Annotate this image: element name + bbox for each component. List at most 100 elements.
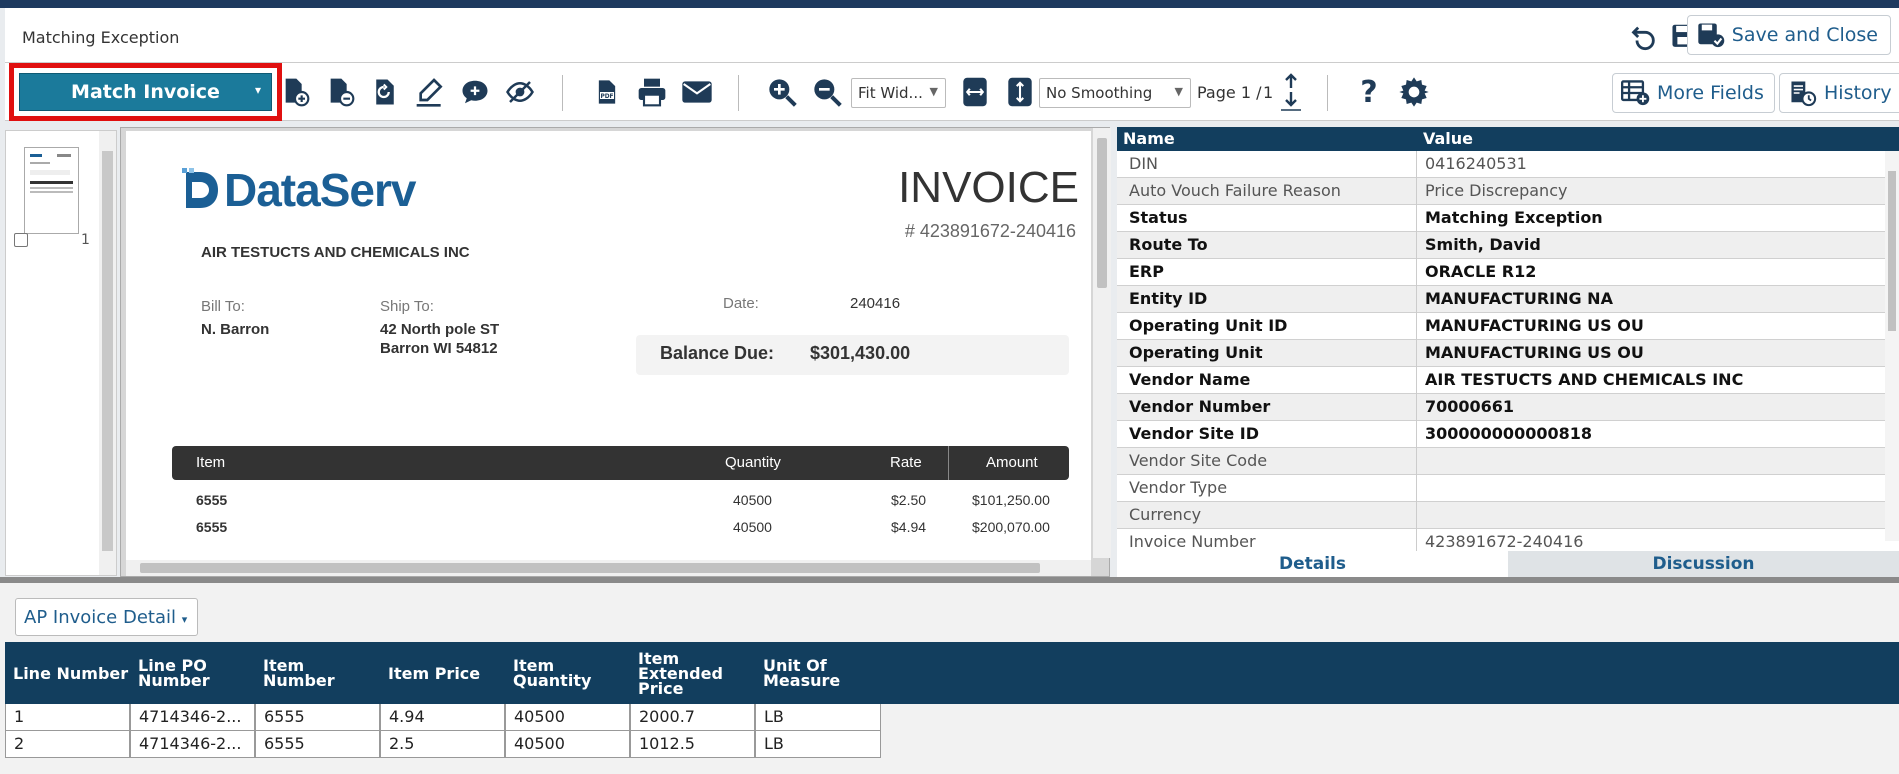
field-value[interactable]: AIR TESTUCTS AND CHEMICALS INC [1417,367,1887,394]
field-row[interactable]: Auto Vouch Failure Reason Price Discrepan… [1117,178,1887,205]
field-value[interactable]: Smith, David [1417,232,1887,259]
highlight-pen-icon[interactable] [413,75,447,109]
field-row[interactable]: Vendor Name AIR TESTUCTS AND CHEMICALS IN… [1117,367,1887,394]
fit-width-select[interactable]: Fit Wid... ▼ [851,78,946,108]
page-navigate-icon[interactable] [1274,73,1308,111]
field-row[interactable]: Entity ID MANUFACTURING NA [1117,286,1887,313]
field-row[interactable]: Vendor Site Code [1117,448,1887,475]
field-name: Vendor Site ID [1117,421,1417,448]
grid-column-header[interactable]: Line PO Number [130,642,255,704]
ship-to-line1: 42 North pole ST [380,321,500,338]
field-value[interactable] [1417,448,1887,475]
match-invoice-button[interactable]: Match Invoice ▾ [19,73,272,111]
field-name: Vendor Site Code [1117,448,1417,475]
field-value[interactable]: 70000661 [1417,394,1887,421]
field-value[interactable]: MANUFACTURING US OU [1417,340,1887,367]
item-quantity: 40500 [733,492,772,508]
fit-height-icon[interactable] [1003,75,1037,109]
field-row[interactable]: Status Matching Exception [1117,205,1887,232]
ap-invoice-detail-dropdown[interactable]: AP Invoice Detail ▾ [15,598,199,636]
field-value[interactable]: ORACLE R12 [1417,259,1887,286]
field-row[interactable]: Operating Unit ID MANUFACTURING US OU [1117,313,1887,340]
viewer-vertical-scrollbar[interactable] [1093,128,1111,558]
history-button[interactable]: History [1779,73,1899,113]
field-value[interactable] [1417,475,1887,502]
field-row[interactable]: Operating Unit MANUFACTURING US OU [1117,340,1887,367]
page-select-checkbox[interactable] [14,233,28,247]
field-row[interactable]: Vendor Number 70000661 [1117,394,1887,421]
zoom-out-icon[interactable] [810,75,844,109]
tab-discussion[interactable]: Discussion [1508,551,1899,577]
grid-column-header[interactable]: Item Quantity [505,642,630,704]
invoice-title: INVOICE [898,163,1079,212]
grid-column-header[interactable]: Line Number [5,642,130,704]
field-name: DIN [1117,151,1417,178]
dataserv-logo: DataServ [182,163,416,217]
field-value[interactable] [1417,502,1887,529]
field-row[interactable]: Currency [1117,502,1887,529]
remove-page-icon[interactable] [323,75,357,109]
items-table-header: Item Quantity Rate Amount [172,446,1069,480]
toolbar-separator [562,75,563,111]
grid-column-header[interactable]: Item Price [380,642,505,704]
toolbar-separator [738,75,739,111]
field-value[interactable]: 0416240531 [1417,151,1887,178]
field-row[interactable]: Vendor Type [1117,475,1887,502]
field-row[interactable]: Route To Smith, David [1117,232,1887,259]
gear-icon[interactable] [1397,75,1431,109]
field-value[interactable]: MANUFACTURING NA [1417,286,1887,313]
grid-cell: 4714346-2... [130,704,255,731]
field-row[interactable]: Vendor Site ID 300000000000818 [1117,421,1887,448]
add-page-icon[interactable] [278,75,312,109]
pdf-icon[interactable]: PDF [590,75,624,109]
bottom-panel: AP Invoice Detail ▾ Line Number Line PO N… [0,583,1899,774]
page-title: Matching Exception [22,28,180,47]
add-comment-icon[interactable] [458,75,492,109]
tab-details[interactable]: Details [1117,551,1508,577]
hide-annotations-icon[interactable] [503,75,537,109]
thumbnail-scrollbar[interactable] [99,131,116,575]
field-value[interactable]: Matching Exception [1417,205,1887,232]
grid-cell: 40500 [505,704,630,731]
fit-width-value: Fit Wid... [858,84,923,102]
field-value[interactable]: 300000000000818 [1417,421,1887,448]
grid-column-header[interactable]: Unit Of Measure [755,642,881,704]
rotate-page-icon[interactable] [368,75,402,109]
caret-down-icon[interactable]: ▾ [255,83,261,97]
grid-cell: 2000.7 [630,704,755,731]
caret-down-icon: ▾ [181,613,188,626]
field-row[interactable]: ERP ORACLE R12 [1117,259,1887,286]
field-row[interactable]: DIN 0416240531 [1117,151,1887,178]
more-fields-button[interactable]: More Fields [1612,73,1775,113]
fit-width-icon[interactable] [958,75,992,109]
page-thumbnail[interactable] [24,147,79,234]
page-label: Page 1 / [1197,83,1262,102]
balance-due-label: Balance Due: [660,343,775,363]
grid-column-header[interactable]: Item Extended Price [630,642,755,704]
item-amount: $101,250.00 [972,492,1050,508]
history-label: History [1824,82,1892,104]
items-col-amount: Amount [986,454,1038,471]
print-icon[interactable] [635,75,669,109]
grid-column-header[interactable]: Item Number [255,642,380,704]
fields-scrollbar[interactable] [1885,151,1899,541]
date-label: Date: [723,295,759,312]
field-value[interactable]: MANUFACTURING US OU [1417,313,1887,340]
chevron-down-icon: ▼ [1174,85,1183,98]
grid-cell: 2 [5,731,130,758]
item-quantity: 40500 [733,519,772,535]
table-row[interactable]: 1 4714346-2... 6555 4.94 40500 2000.7 LB [5,704,881,731]
grid-cell: LB [755,704,881,731]
page-total: 1 [1263,83,1274,102]
zoom-in-icon[interactable] [765,75,799,109]
toolbar-separator [1327,75,1328,111]
table-row[interactable]: 2 4714346-2... 6555 2.5 40500 1012.5 LB [5,731,881,758]
field-value[interactable]: Price Discrepancy [1417,178,1887,205]
smoothing-select[interactable]: No Smoothing ▼ [1039,78,1191,108]
undo-icon[interactable] [1627,20,1661,54]
save-check-icon [1698,23,1725,48]
save-and-close-button[interactable]: Save and Close [1686,15,1891,55]
viewer-horizontal-scrollbar[interactable] [126,560,1091,576]
email-icon[interactable] [680,75,714,109]
help-icon[interactable]: ? [1352,75,1386,110]
